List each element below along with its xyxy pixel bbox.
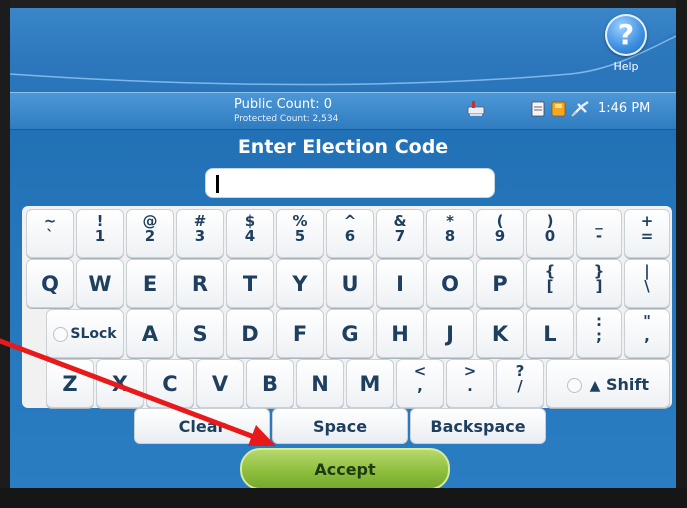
key-u[interactable]: U <box>326 259 374 308</box>
key-a[interactable]: A <box>126 309 174 358</box>
memory-card-icon <box>551 101 566 117</box>
shift-radio <box>567 378 583 393</box>
key-pipe[interactable]: | \ <box>624 259 670 308</box>
public-count: Public Count: 0 <box>234 97 332 112</box>
key-quote[interactable]: ", <box>624 309 670 358</box>
help-label: Help <box>613 60 639 73</box>
printer-icon <box>467 101 485 116</box>
key-v[interactable]: V <box>196 359 244 408</box>
key-2[interactable]: @2 <box>126 209 174 258</box>
shift-lock-label: SLock <box>70 326 117 342</box>
key-8[interactable]: * 8 <box>426 209 474 258</box>
key-p[interactable]: P <box>476 259 524 308</box>
protected-count: Protected Count: 2,534 <box>234 114 339 124</box>
shift-label: Shift <box>605 375 649 394</box>
space-button[interactable]: Space <box>272 408 408 444</box>
key-tilde[interactable]: ~ ` <box>26 209 74 258</box>
key-colon[interactable]: :; <box>576 309 622 358</box>
on-screen-keyboard: ~ ` ! 1 @2 #3 $4 % 5 ^ 6 & 7 * 8 (9 ) 0 _ - + = Q… <box>22 206 672 408</box>
key-j[interactable]: J <box>426 309 474 358</box>
key-y[interactable]: Y <box>276 259 324 308</box>
text-caret <box>216 175 219 193</box>
key-s[interactable]: S <box>176 309 224 358</box>
key-g[interactable]: G <box>326 309 374 358</box>
key-question[interactable]: ? / <box>496 359 544 408</box>
shift-arrow-icon: ▲ <box>589 378 601 394</box>
key-q[interactable]: Q <box>26 259 74 308</box>
voting-screen: ? Help Public Count: 0 Protected Count: … <box>10 8 676 488</box>
shift-lock-toggle[interactable]: SLock <box>46 309 124 358</box>
key-x[interactable]: X <box>96 359 144 408</box>
key-0[interactable]: ) 0 <box>526 209 574 258</box>
document-icon <box>531 101 545 117</box>
key-l[interactable]: L <box>526 309 574 358</box>
key-4[interactable]: $4 <box>226 209 274 258</box>
key-right-brace[interactable]: }] <box>576 259 622 308</box>
key-greater-than[interactable]: >. <box>446 359 494 408</box>
key-z[interactable]: Z <box>46 359 94 408</box>
key-9[interactable]: (9 <box>476 209 524 258</box>
key-f[interactable]: F <box>276 309 324 358</box>
accept-button[interactable]: Accept <box>240 448 450 488</box>
key-n[interactable]: N <box>296 359 344 408</box>
shift-key[interactable]: ▲ Shift <box>546 359 670 408</box>
key-3[interactable]: #3 <box>176 209 224 258</box>
device-bezel-right <box>676 0 687 508</box>
key-r[interactable]: R <box>176 259 224 308</box>
key-7[interactable]: & 7 <box>376 209 424 258</box>
shift-lock-radio <box>53 326 69 342</box>
key-equals[interactable]: + = <box>624 209 670 258</box>
key-o[interactable]: O <box>426 259 474 308</box>
clear-button[interactable]: Clear <box>134 408 270 444</box>
device-bezel-left <box>0 0 10 508</box>
key-minus[interactable]: _ - <box>576 209 622 258</box>
key-c[interactable]: C <box>146 359 194 408</box>
device-bezel-top <box>0 0 687 8</box>
key-i[interactable]: I <box>376 259 424 308</box>
header-band <box>10 8 676 100</box>
device-bezel-bottom <box>0 488 687 508</box>
backspace-button[interactable]: Backspace <box>410 408 546 444</box>
system-status-icons <box>531 101 589 117</box>
key-m[interactable]: M <box>346 359 394 408</box>
election-code-input[interactable] <box>205 168 495 198</box>
key-k[interactable]: K <box>476 309 524 358</box>
power-plug-icon <box>571 101 589 117</box>
key-e[interactable]: E <box>126 259 174 308</box>
key-1[interactable]: ! 1 <box>76 209 124 258</box>
status-bar: Public Count: 0 Protected Count: 2,534 1… <box>10 92 676 130</box>
key-6[interactable]: ^ 6 <box>326 209 374 258</box>
key-t[interactable]: T <box>226 259 274 308</box>
key-left-brace[interactable]: {[ <box>526 259 574 308</box>
key-b[interactable]: B <box>246 359 294 408</box>
clock-time: 1:46 PM <box>598 101 651 116</box>
key-5[interactable]: % 5 <box>276 209 324 258</box>
help-icon: ? <box>605 14 647 56</box>
key-w[interactable]: W <box>76 259 124 308</box>
key-d[interactable]: D <box>226 309 274 358</box>
header-curve-decoration <box>10 32 676 100</box>
key-h[interactable]: H <box>376 309 424 358</box>
page-title: Enter Election Code <box>237 136 449 158</box>
help-button[interactable]: ? Help <box>596 14 656 86</box>
key-less-than[interactable]: <, <box>396 359 444 408</box>
